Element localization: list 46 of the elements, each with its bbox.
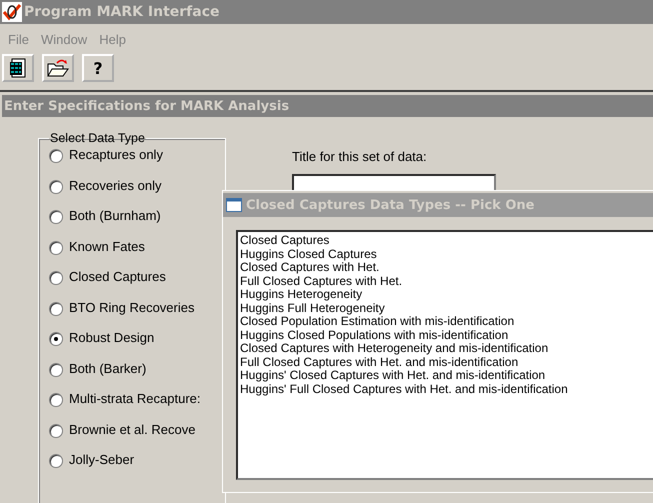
open-folder-icon	[47, 58, 69, 78]
radio-button[interactable]	[49, 362, 63, 376]
open-folder-button[interactable]	[42, 54, 74, 82]
list-item[interactable]: Closed Captures with Heterogeneity and mis-identification	[240, 342, 653, 356]
option-label: Multi-strata Recapture:	[69, 391, 200, 406]
list-item[interactable]: Full Closed Captures with Het. and mis-identification	[240, 356, 653, 369]
calculator-icon	[9, 58, 27, 78]
group-label: Select Data Type	[49, 131, 146, 145]
list-item[interactable]: Huggins Full Heterogeneity	[240, 302, 653, 315]
window-icon	[226, 198, 242, 212]
option-label: Both (Barker)	[69, 360, 146, 376]
option-label: Closed Captures	[69, 269, 166, 284]
option-label: Recoveries only	[69, 178, 162, 192]
option-label: Jolly-Seber	[69, 452, 134, 467]
radio-button[interactable]	[49, 180, 63, 194]
list-item[interactable]: Huggins Closed Captures	[240, 248, 653, 261]
list-item[interactable]: Closed Population Estimation with mis-identification	[240, 315, 653, 328]
radio-button[interactable]	[49, 393, 63, 407]
list-item[interactable]: Full Closed Captures with Het.	[240, 274, 653, 288]
form-title: Enter Specifications for MARK Analysis	[4, 98, 290, 114]
option-label: Robust Design	[69, 330, 154, 345]
option-label: Brownie et al. Recove	[69, 422, 196, 436]
help-button[interactable]: ?	[82, 54, 114, 82]
dialog-title: Closed Captures Data Types -- Pick One	[246, 198, 534, 212]
radio-button[interactable]	[49, 210, 63, 224]
radio-button[interactable]	[49, 454, 63, 468]
option-label: Known Fates	[69, 238, 145, 254]
option-label: BTO Ring Recoveries	[69, 300, 194, 314]
list-item[interactable]: Huggins Closed Populations with mis-identification	[240, 328, 653, 342]
option-label: Recaptures only	[69, 147, 163, 162]
radio-button[interactable]	[49, 424, 63, 438]
radio-button[interactable]	[49, 149, 63, 163]
list-item[interactable]: Huggins Heterogeneity	[240, 288, 653, 302]
list-item[interactable]: Huggins' Full Closed Captures with Het. and mis-identification	[240, 382, 653, 396]
radio-button[interactable]	[49, 332, 63, 346]
title-label: Title for this set of data:	[292, 149, 428, 164]
radio-button[interactable]	[49, 302, 63, 316]
list-item[interactable]: Huggins' Closed Captures with Het. and mis-identification	[240, 369, 653, 382]
radio-button[interactable]	[49, 271, 63, 285]
window-title: Program MARK Interface	[24, 4, 220, 20]
list-item[interactable]: Closed Captures with Het.	[240, 261, 653, 274]
list-item[interactable]: Closed Captures	[240, 234, 653, 248]
calculator-button[interactable]	[2, 54, 34, 82]
option-label: Both (Burnham)	[69, 208, 161, 223]
radio-button[interactable]	[49, 240, 63, 254]
check-logo-icon	[2, 2, 22, 22]
